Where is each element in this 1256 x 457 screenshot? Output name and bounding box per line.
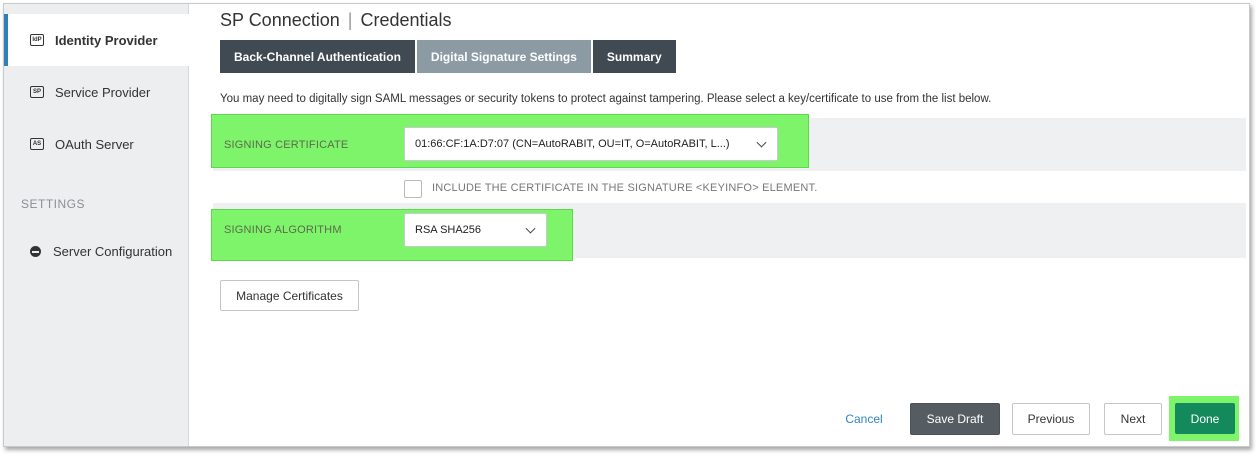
include-certificate-label: INCLUDE THE CERTIFICATE IN THE SIGNATURE… — [432, 182, 818, 194]
done-button[interactable]: Done — [1175, 403, 1235, 434]
sidebar-item-label: Service Provider — [55, 84, 151, 100]
signing-certificate-select[interactable]: 01:66:CF:1A:D7:07 (CN=AutoRABIT, OU=IT, … — [404, 127, 778, 161]
tab-summary[interactable]: Summary — [592, 40, 676, 73]
sidebar-item-label: Identity Provider — [55, 32, 158, 48]
sidebar-item-label: OAuth Server — [55, 136, 134, 152]
tab-digital-signature-settings[interactable]: Digital Signature Settings — [416, 40, 591, 73]
intro-text: You may need to digitally sign SAML mess… — [220, 93, 992, 105]
page-title-connection: SP Connection — [220, 10, 340, 30]
service-provider-icon: SP — [30, 86, 44, 98]
tab-back-channel-authentication[interactable]: Back-Channel Authentication — [220, 40, 415, 73]
cancel-button[interactable]: Cancel — [834, 404, 894, 434]
signing-certificate-label: SIGNING CERTIFICATE — [224, 139, 349, 151]
sidebar-item-label: Server Configuration — [53, 243, 173, 259]
oauth-server-icon: AS — [30, 138, 44, 150]
sidebar-item-service-provider[interactable]: SP Service Provider — [4, 66, 214, 118]
settings-heading: SETTINGS — [21, 197, 86, 211]
signing-algorithm-select[interactable]: RSA SHA256 — [404, 213, 547, 247]
manage-certificates-button[interactable]: Manage Certificates — [220, 280, 359, 311]
signing-algorithm-value: RSA SHA256 — [415, 224, 482, 236]
next-button[interactable]: Next — [1104, 403, 1162, 435]
app-window: IdP Identity Provider SP Service Provide… — [3, 3, 1250, 447]
title-separator: | — [347, 10, 353, 30]
include-certificate-checkbox[interactable] — [404, 180, 422, 198]
chevron-down-icon — [525, 223, 536, 234]
sidebar-item-identity-provider[interactable]: IdP Identity Provider — [4, 14, 200, 66]
server-icon — [30, 245, 41, 257]
previous-button[interactable]: Previous — [1012, 403, 1090, 435]
signing-algorithm-label: SIGNING ALGORITHM — [224, 224, 342, 236]
chevron-down-icon — [756, 137, 767, 148]
save-draft-button[interactable]: Save Draft — [910, 403, 1000, 435]
signing-certificate-value: 01:66:CF:1A:D7:07 (CN=AutoRABIT, OU=IT, … — [415, 138, 730, 150]
page-title: SP Connection | Credentials — [220, 10, 452, 31]
sidebar-item-oauth-server[interactable]: AS OAuth Server — [4, 118, 214, 170]
identity-provider-icon: IdP — [30, 34, 44, 46]
page-title-section: Credentials — [360, 10, 452, 30]
tab-bar: Back-Channel Authentication Digital Sign… — [220, 40, 678, 73]
sidebar-item-server-configuration[interactable]: Server Configuration — [4, 225, 214, 277]
sidebar: IdP Identity Provider SP Service Provide… — [4, 4, 200, 446]
